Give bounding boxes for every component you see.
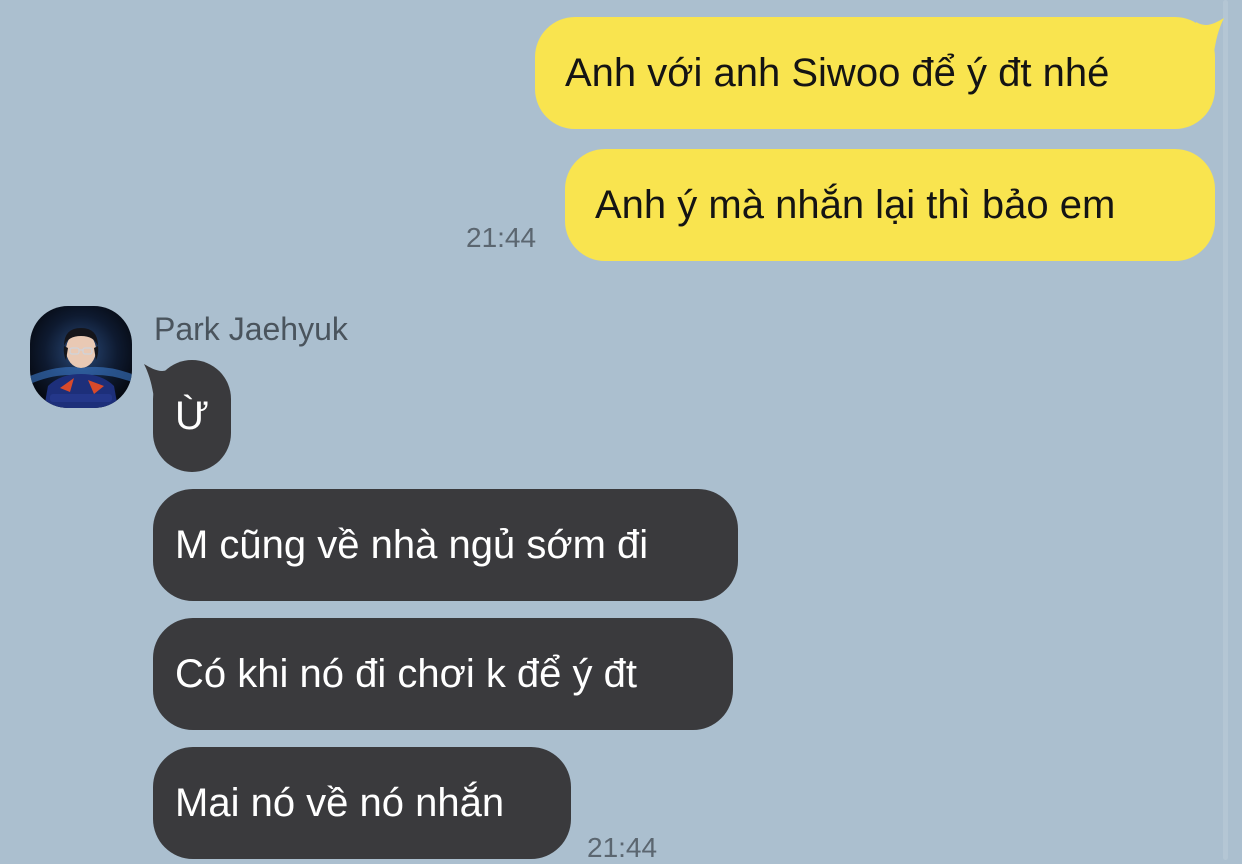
incoming-message[interactable]: Mai nó về nó nhắn: [153, 747, 571, 859]
user-avatar-photo-icon[interactable]: [30, 306, 132, 408]
incoming-message[interactable]: Có khi nó đi chơi k để ý đt: [153, 618, 733, 730]
scrollbar[interactable]: [1223, 0, 1228, 860]
incoming-message[interactable]: Ừ: [153, 360, 231, 472]
incoming-message[interactable]: M cũng về nhà ngủ sớm đi: [153, 489, 738, 601]
outgoing-message[interactable]: Anh ý mà nhắn lại thì bảo em: [565, 149, 1215, 261]
incoming-timestamp: 21:44: [587, 832, 658, 863]
chat-thread: Anh với anh Siwoo để ý đt nhé Anh ý mà n…: [0, 0, 1242, 863]
outgoing-message[interactable]: Anh với anh Siwoo để ý đt nhé: [535, 17, 1215, 129]
outgoing-timestamp: 21:44: [466, 222, 537, 253]
sender-name: Park Jaehyuk: [154, 311, 348, 347]
